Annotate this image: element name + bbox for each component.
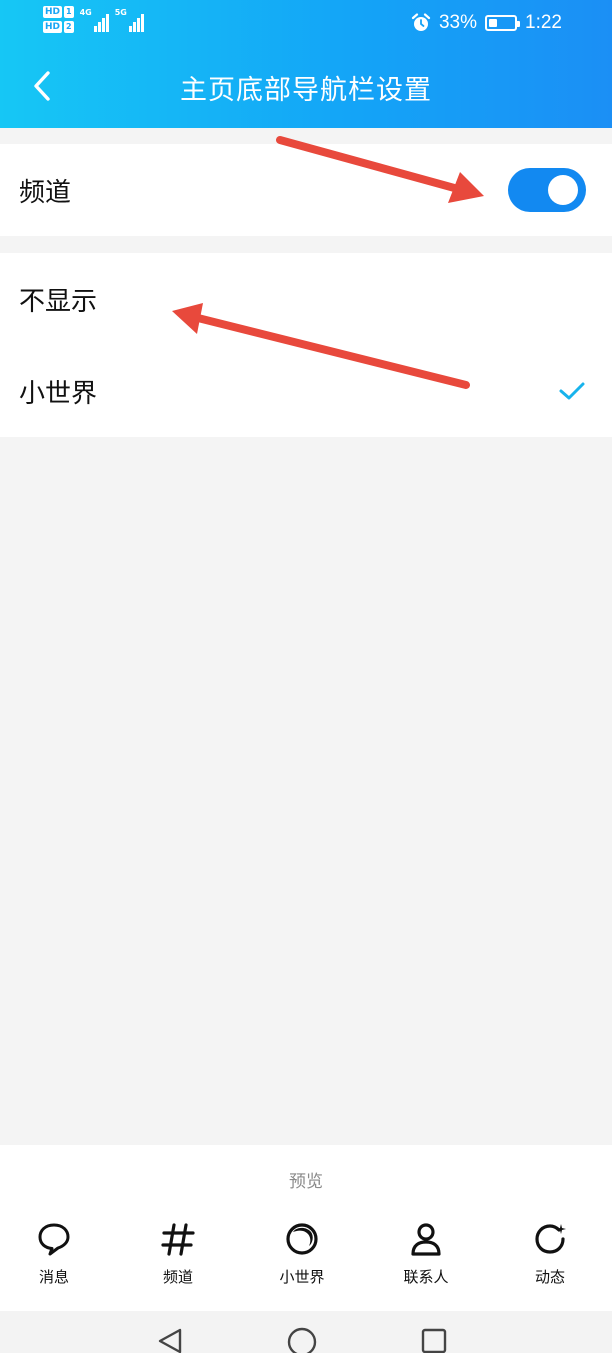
- nav-item-feed[interactable]: 动态: [500, 1217, 600, 1287]
- option-row-hide[interactable]: 不显示: [0, 253, 612, 345]
- nav-label-contacts: 联系人: [403, 1268, 449, 1286]
- nav-item-messages[interactable]: 消息: [4, 1217, 104, 1287]
- nav-label-channel: 频道: [162, 1268, 193, 1286]
- app-header: HD 1 HD 2 4G 5G 33% 1:22 主页底部导航栏设置: [0, 0, 612, 128]
- chat-bubble-icon: [38, 1223, 70, 1256]
- signal-4g-icon: 4G: [80, 8, 109, 32]
- nav-item-contacts[interactable]: 联系人: [376, 1217, 476, 1287]
- preview-label: 预览: [289, 1172, 323, 1192]
- triangle-back-icon[interactable]: [156, 1327, 184, 1353]
- channel-toggle[interactable]: [508, 168, 586, 212]
- nav-label-feed: 动态: [534, 1268, 565, 1286]
- channel-label: 频道: [19, 178, 72, 208]
- circle-home-icon[interactable]: [287, 1327, 317, 1353]
- nav-item-small-world[interactable]: 小世界: [252, 1217, 352, 1287]
- nav-label-messages: 消息: [38, 1268, 69, 1286]
- status-time: 1:22: [525, 12, 562, 33]
- square-recents-icon[interactable]: [420, 1327, 448, 1353]
- hd2-badge: HD 2: [43, 21, 74, 33]
- system-navigation-bar: [0, 1311, 612, 1353]
- status-bar: HD 1 HD 2 4G 5G 33% 1:22: [0, 0, 612, 46]
- nav-label-small-world: 小世界: [279, 1268, 325, 1286]
- page-title: 主页底部导航栏设置: [180, 75, 432, 106]
- preview-nav-bar: 消息 频道 小世界 联系人 动态: [0, 1217, 612, 1287]
- toggle-knob: [548, 175, 578, 205]
- check-icon: [559, 382, 585, 400]
- hash-icon: [161, 1223, 195, 1256]
- option-label-hide: 不显示: [19, 287, 98, 317]
- options-card: 不显示 小世界: [0, 253, 612, 437]
- nav-item-channel[interactable]: 频道: [128, 1217, 228, 1287]
- alarm-clock-icon: [411, 13, 431, 31]
- refresh-star-icon: [535, 1224, 566, 1254]
- hd1-badge: HD 1: [43, 6, 74, 18]
- person-icon: [411, 1223, 441, 1256]
- battery-icon: [485, 15, 521, 31]
- option-label-small-world: 小世界: [19, 379, 98, 409]
- planet-icon: [286, 1223, 318, 1255]
- preview-panel: 预览 消息 频道 小世界 联系人 动态: [0, 1145, 612, 1311]
- signal-5g-icon: 5G: [115, 8, 144, 32]
- option-row-small-world[interactable]: 小世界: [0, 345, 612, 437]
- battery-percent: 33%: [438, 12, 478, 33]
